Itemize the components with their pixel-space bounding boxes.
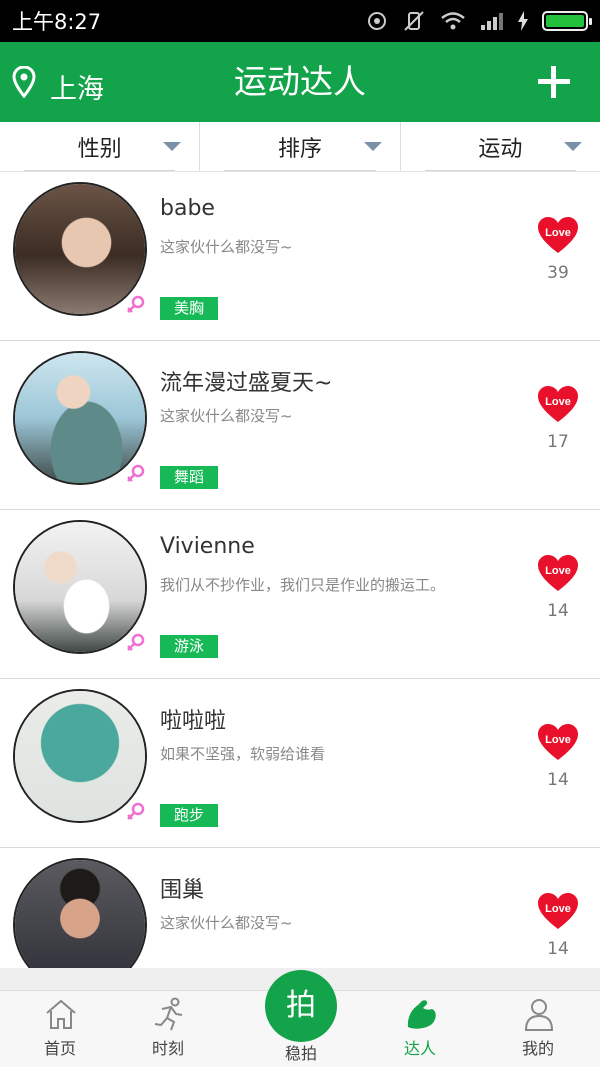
heart-love-icon: Love bbox=[538, 386, 578, 422]
like-count: 39 bbox=[547, 263, 569, 283]
filter-sort-dropdown[interactable]: 排序 bbox=[200, 122, 401, 171]
tab-label: 首页 bbox=[43, 1039, 76, 1058]
heart-love-icon: Love bbox=[538, 555, 578, 591]
filter-label: 排序 bbox=[277, 136, 322, 162]
location-label: 上海 bbox=[50, 73, 104, 105]
user-name: 啦啦啦 bbox=[160, 709, 227, 734]
love-label: Love bbox=[545, 565, 571, 577]
location-selector[interactable]: 上海 bbox=[12, 42, 104, 122]
like-button[interactable]: Love 39 bbox=[536, 216, 580, 283]
like-button[interactable]: Love 17 bbox=[536, 385, 580, 452]
avatar[interactable] bbox=[13, 858, 147, 968]
user-list[interactable]: babe 这家伙什么都没写~ 美胸 Love 39 流年漫过盛夏天~ 这家伙什么… bbox=[0, 172, 600, 968]
person-icon bbox=[524, 999, 554, 1031]
love-label: Love bbox=[545, 903, 571, 915]
tab-label: 我的 bbox=[521, 1039, 554, 1058]
status-icons bbox=[366, 10, 592, 32]
tab-mine[interactable]: 我的 bbox=[478, 991, 598, 1067]
filter-label: 性别 bbox=[77, 136, 122, 162]
home-icon bbox=[46, 999, 76, 1029]
sport-tag: 美胸 bbox=[160, 297, 219, 320]
sport-tag: 舞蹈 bbox=[160, 466, 219, 489]
user-bio: 这家伙什么都没写~ bbox=[160, 238, 293, 256]
vibrate-mute-icon bbox=[404, 11, 424, 31]
user-bio: 这家伙什么都没写~ bbox=[160, 407, 293, 425]
muscle-icon bbox=[407, 1000, 436, 1029]
user-name: 围巢 bbox=[160, 878, 205, 903]
triangle-down-icon bbox=[163, 142, 182, 151]
tab-label: 达人 bbox=[403, 1039, 436, 1058]
heart-love-icon: Love bbox=[538, 217, 578, 253]
sport-tag: 跑步 bbox=[160, 804, 219, 827]
shoot-button[interactable]: 拍 bbox=[265, 970, 337, 1042]
tab-home[interactable]: 首页 bbox=[0, 991, 120, 1067]
triangle-down-icon bbox=[563, 142, 582, 151]
filter-label: 运动 bbox=[478, 136, 523, 162]
filter-underline bbox=[24, 170, 176, 171]
user-name: 流年漫过盛夏天~ bbox=[160, 371, 333, 396]
love-label: Love bbox=[545, 227, 571, 239]
female-icon bbox=[127, 464, 145, 482]
add-icon[interactable] bbox=[538, 66, 570, 98]
sport-tag: 游泳 bbox=[160, 635, 219, 658]
app-header: 上海 运动达人 bbox=[0, 42, 600, 122]
signal-icon bbox=[481, 13, 503, 30]
love-label: Love bbox=[545, 396, 571, 408]
tab-moments[interactable]: 时刻 bbox=[108, 991, 228, 1067]
battery-icon bbox=[542, 11, 592, 31]
user-name: babe bbox=[160, 196, 215, 221]
status-bar: 上午8:27 bbox=[0, 0, 600, 42]
status-time: 上午8:27 bbox=[12, 10, 102, 34]
like-count: 17 bbox=[547, 432, 569, 452]
filter-underline bbox=[424, 170, 576, 171]
like-count: 14 bbox=[547, 770, 569, 790]
list-item[interactable]: 啦啦啦 如果不坚强，软弱给谁看 跑步 Love 14 bbox=[0, 679, 600, 848]
like-button[interactable]: Love 14 bbox=[536, 554, 580, 621]
user-bio: 我们从不抄作业，我们只是作业的搬运工。 bbox=[160, 576, 446, 594]
heart-love-icon: Love bbox=[538, 724, 578, 760]
location-pin-icon bbox=[12, 66, 36, 98]
runner-icon bbox=[154, 997, 183, 1031]
like-button[interactable]: Love 14 bbox=[536, 892, 580, 959]
filter-gender-dropdown[interactable]: 性别 bbox=[0, 122, 201, 171]
list-item[interactable]: 流年漫过盛夏天~ 这家伙什么都没写~ 舞蹈 Love 17 bbox=[0, 341, 600, 510]
wifi-icon bbox=[441, 12, 465, 30]
heart-love-icon: Love bbox=[538, 893, 578, 929]
female-icon bbox=[127, 295, 145, 313]
filter-sport-dropdown[interactable]: 运动 bbox=[401, 122, 600, 171]
female-icon bbox=[127, 802, 145, 820]
like-count: 14 bbox=[547, 601, 569, 621]
tab-label: 时刻 bbox=[151, 1039, 184, 1058]
user-bio: 如果不坚强，软弱给谁看 bbox=[160, 745, 326, 763]
charging-icon bbox=[518, 11, 528, 31]
list-item[interactable]: Vivienne 我们从不抄作业，我们只是作业的搬运工。 游泳 Love 14 bbox=[0, 510, 600, 679]
like-count: 14 bbox=[547, 939, 569, 959]
triangle-down-icon bbox=[363, 142, 382, 151]
filter-underline bbox=[224, 170, 376, 171]
user-name: Vivienne bbox=[160, 534, 255, 559]
sync-icon bbox=[368, 12, 386, 30]
user-bio: 这家伙什么都没写~ bbox=[160, 914, 293, 932]
female-icon bbox=[127, 633, 145, 651]
like-button[interactable]: Love 14 bbox=[536, 723, 580, 790]
list-item[interactable]: babe 这家伙什么都没写~ 美胸 Love 39 bbox=[0, 172, 600, 341]
filter-bar: 性别 排序 运动 bbox=[0, 122, 600, 172]
love-label: Love bbox=[545, 734, 571, 746]
list-item[interactable]: 围巢 这家伙什么都没写~ Love 14 bbox=[0, 848, 600, 968]
tab-experts[interactable]: 达人 bbox=[360, 991, 480, 1067]
shoot-label: 稳拍 bbox=[284, 1044, 317, 1063]
app-root: 上午8:27 上海 运动达人 性别 排序 运动 babe 这家伙什么都没写~ 美… bbox=[0, 0, 600, 1067]
